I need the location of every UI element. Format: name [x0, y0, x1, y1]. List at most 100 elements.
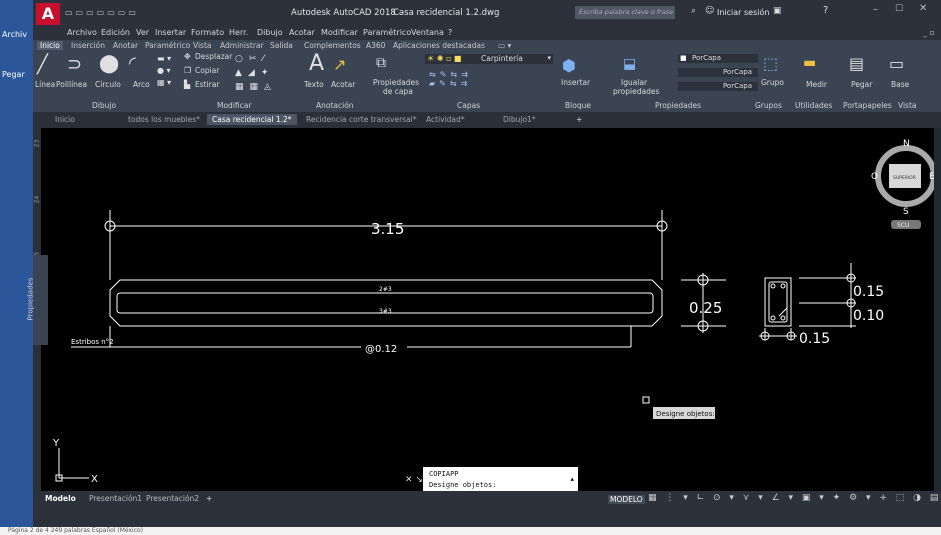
text-icon[interactable]: A [309, 51, 324, 76]
close-command-icon[interactable]: ✕ ↘ [405, 475, 423, 485]
layer-dropdown[interactable]: ☀ ✺ ▫ ■ Carpintería ▾ [425, 54, 553, 64]
tab-aplicaciones[interactable]: Aplicaciones destacadas [393, 41, 485, 50]
group-button[interactable]: Grupo [761, 78, 784, 87]
paste-icon[interactable]: ▤ [849, 54, 864, 73]
tab-vista[interactable]: Vista [193, 41, 212, 50]
dimension-icon[interactable]: ↗ [333, 55, 346, 74]
arc-icon[interactable]: ◜ [129, 53, 136, 74]
arc-button[interactable]: Arco [133, 80, 150, 89]
panel-modify-title[interactable]: Modificar [217, 101, 251, 110]
dimension-button[interactable]: Acotar [331, 80, 355, 89]
tab-inicio[interactable]: Inicio [37, 41, 63, 50]
status-toolbar-icons[interactable]: ▦ ⋮ ▾ ∟ ⊙ ▾ ⋎ ▾ ∠ ▾ ▣ ▾ ✦ ⚙ ▾ + ⬚ ◑ ▤ ≡ [648, 493, 941, 503]
minimize-icon[interactable]: – [873, 4, 878, 15]
properties-palette-tab[interactable]: Propiedades [26, 255, 48, 345]
menu-dibujo[interactable]: Dibujo [257, 28, 283, 37]
viewcube-north[interactable]: N [903, 139, 910, 149]
modify-extra-icons[interactable]: ○✂⁄ ▲◢✦ ▦▦◬ [235, 52, 277, 94]
menu-parametrico[interactable]: Paramétrico [363, 28, 411, 37]
panel-draw-title[interactable]: Dibujo [92, 101, 116, 110]
tab-complementos[interactable]: Complementos [304, 41, 361, 50]
insert-button[interactable]: Insertar [561, 78, 590, 87]
circle-button[interactable]: Círculo [95, 80, 121, 89]
model-space-toggle[interactable]: MODELO [608, 495, 645, 504]
tab-presentacion2[interactable]: Presentación2 [146, 494, 199, 503]
tab-salida[interactable]: Salida [270, 41, 293, 50]
new-layout-icon[interactable]: + [206, 494, 212, 503]
tab-administrar[interactable]: Administrar [220, 41, 264, 50]
move-icon[interactable]: ✥ [184, 52, 191, 61]
maximize-icon[interactable]: ☐ [895, 4, 903, 14]
stretch-icon[interactable]: ▙ [184, 80, 190, 89]
signin-button[interactable]: Iniciar sesión [717, 8, 769, 17]
command-history-icon[interactable]: ▴ [570, 475, 574, 483]
word-file-tab[interactable]: Archiv [2, 30, 27, 39]
new-tab-icon[interactable]: + [576, 115, 582, 124]
viewcube[interactable]: SUPERIOR N S O E SCU [871, 139, 934, 229]
copy-icon[interactable]: ❐ [184, 66, 191, 75]
drawing-svg[interactable]: 3.15 0.25 2#3 3#3 Estribos n°2 @0.12 0.1… [41, 128, 934, 491]
menu-acotar[interactable]: Acotar [289, 28, 315, 37]
word-paste-button[interactable]: Pegar [2, 70, 25, 79]
viewcube-face[interactable]: SUPERIOR [893, 175, 916, 181]
menu-formato[interactable]: Formato [191, 28, 224, 37]
search-input[interactable]: Escriba palabra clave o frase [575, 6, 675, 19]
panel-properties-title[interactable]: Propiedades [655, 101, 701, 110]
color-dropdown[interactable]: ■ PorCapa [678, 54, 758, 63]
lineweight-dropdown[interactable]: PorCapa [678, 82, 758, 91]
drawing-canvas[interactable]: 3.15 0.25 2#3 3#3 Estribos n°2 @0.12 0.1… [41, 128, 934, 491]
viewcube-west[interactable]: O [871, 172, 878, 182]
draw-extra-icons[interactable]: ▬ ▾ ● ▾ ▦ ▾ [157, 53, 171, 89]
line-icon[interactable]: ╱ [37, 54, 48, 75]
line-button[interactable]: Línea [35, 80, 55, 89]
file-tab-inicio[interactable]: Inicio [55, 115, 75, 124]
measure-button[interactable]: Medir [806, 80, 827, 89]
panel-view-title[interactable]: Vista [898, 101, 917, 110]
help-icon[interactable]: ? [823, 5, 828, 16]
window-restore-icon[interactable]: _ ▫ [923, 28, 935, 37]
tab-insercion[interactable]: Inserción [71, 41, 105, 50]
tab-modelo[interactable]: Modelo [45, 494, 76, 503]
polyline-button[interactable]: Polilínea [56, 80, 87, 89]
viewcube-south[interactable]: S [903, 207, 909, 217]
panel-annotation-title[interactable]: Anotación [316, 101, 354, 110]
quick-access-toolbar[interactable]: ▭▭▭▭▭▭▭ [65, 8, 185, 18]
base-view-icon[interactable]: ▭ [889, 54, 904, 73]
menu-archivo[interactable]: Archivo [67, 28, 97, 37]
tab-presentacion1[interactable]: Presentación1 [89, 494, 142, 503]
command-line[interactable]: ✕ ↘ COPIAPP Designe objetos: ▴ [405, 467, 578, 493]
base-button[interactable]: Base [891, 80, 909, 89]
tab-parametrico[interactable]: Paramétrico [145, 41, 190, 50]
tab-anotar[interactable]: Anotar [113, 41, 138, 50]
file-tab-casa[interactable]: Casa recidencial 1.2* [207, 114, 297, 125]
panel-groups-title[interactable]: Grupos [755, 101, 782, 110]
circle-icon[interactable]: ⬤ [99, 53, 119, 74]
binoculars-icon[interactable]: ⌕ [691, 6, 696, 16]
measure-icon[interactable]: ▬ [803, 55, 816, 71]
panel-layers-title[interactable]: Capas [457, 101, 480, 110]
close-icon[interactable]: ✕ [919, 3, 927, 14]
wcs-menu[interactable]: SCU [897, 222, 909, 229]
file-tab-dibujo1[interactable]: Dibujo1* [503, 115, 536, 124]
tab-a360[interactable]: A360 [366, 41, 385, 50]
panel-clipboard-title[interactable]: Portapapeles [843, 101, 892, 110]
move-button[interactable]: Desplazar [195, 52, 232, 61]
cart-icon[interactable]: ▣ [773, 6, 782, 16]
file-tab-corte[interactable]: Recidencia corte transversal* [306, 115, 417, 124]
menu-help[interactable]: ? [448, 28, 452, 37]
layer-properties-icon[interactable]: ⧉ [376, 55, 386, 71]
menu-herr[interactable]: Herr. [229, 28, 248, 37]
viewcube-east[interactable]: E [929, 172, 934, 182]
menu-insertar[interactable]: Insertar [155, 28, 186, 37]
match-properties-button[interactable]: Igualar [621, 78, 647, 87]
panel-utilities-title[interactable]: Utilidades [795, 101, 832, 110]
layer-tools-icons[interactable]: ⇋✎⇆⇉ ▰✎⇆⇉ [429, 70, 472, 88]
autocad-logo-button[interactable]: A [36, 3, 60, 25]
polyline-icon[interactable]: ⊃ [67, 54, 82, 75]
layer-properties-button[interactable]: Propiedades [373, 78, 419, 87]
text-button[interactable]: Texto [304, 80, 324, 89]
group-icon[interactable]: ⬚ [763, 54, 778, 73]
linetype-dropdown[interactable]: PorCapa [678, 68, 758, 77]
panel-block-title[interactable]: Bloque [565, 101, 591, 110]
menu-ver[interactable]: Ver [136, 28, 149, 37]
